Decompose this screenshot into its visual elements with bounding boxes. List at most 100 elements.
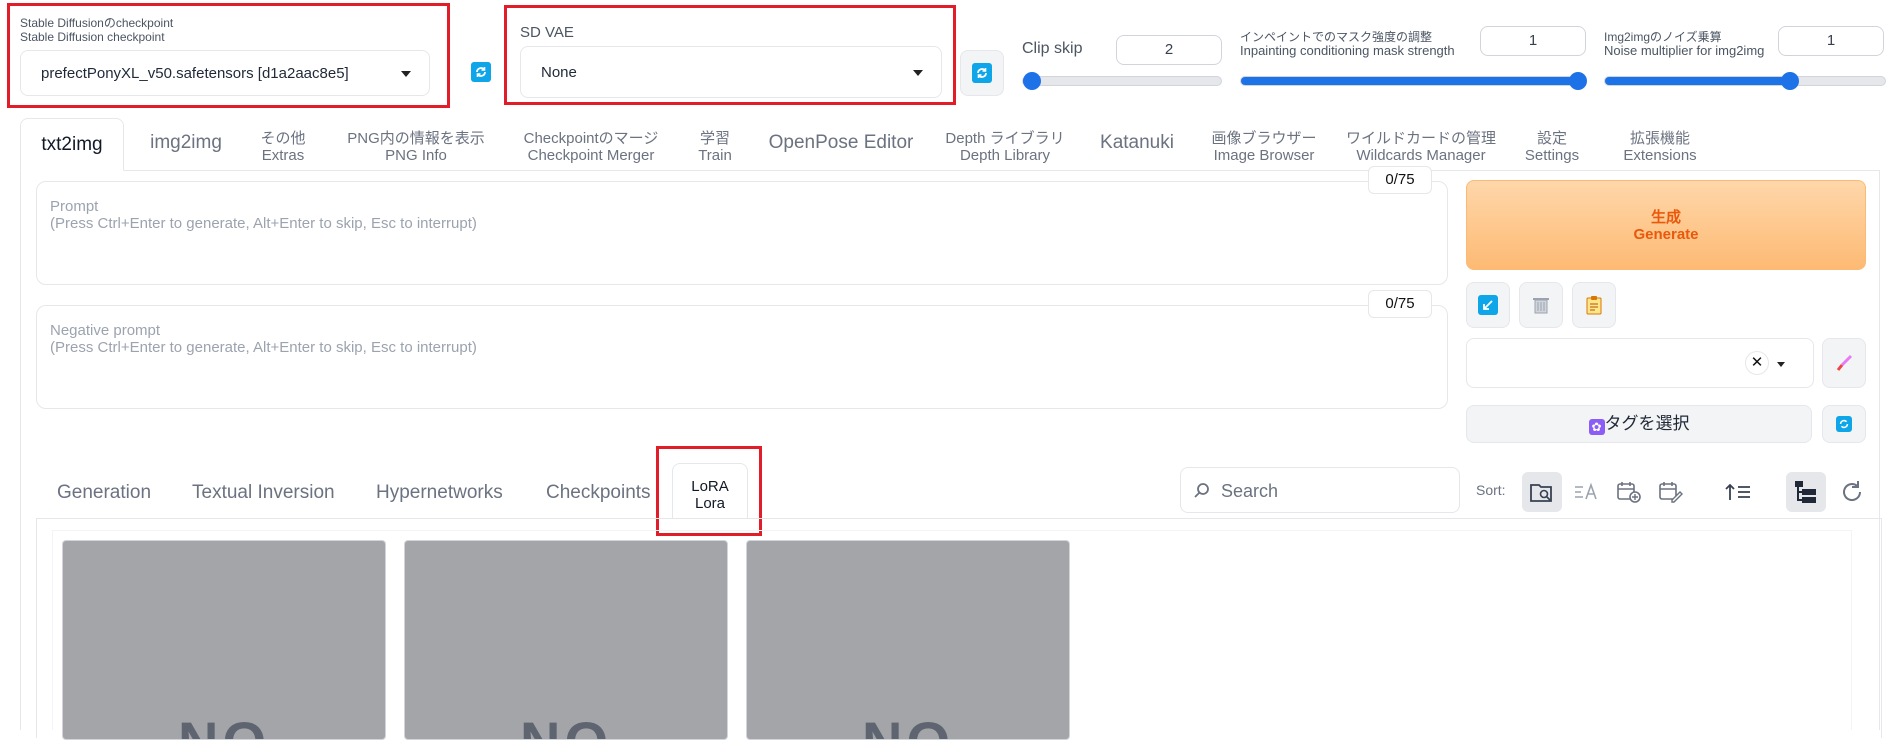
tab-label-line1: 拡張機能 [1629,130,1690,147]
generate-button[interactable]: 生成 Generate [1466,180,1866,270]
search-icon [1194,483,1209,498]
generate-label-ja: 生成 [1650,209,1681,226]
noise-mult-slider[interactable] [1604,72,1886,90]
tab-label-line1: ワイルドカードの管理 [1346,130,1497,147]
refresh-vae-button[interactable] [960,50,1004,96]
tab-img2img[interactable]: img2img [136,132,236,154]
inpaint-mask-label-ja: インペイントでのマスク強度の調整 [1240,30,1433,44]
sort-by-name-button[interactable] [1570,474,1604,510]
tab-png-info[interactable]: PNG内の情報を表示 PNG Info [336,130,496,164]
refresh-checkpoint-button[interactable] [459,48,503,96]
tab-katanuki[interactable]: Katanuki [1090,132,1184,154]
paste-styles-button[interactable] [1572,282,1616,328]
restore-params-button[interactable] [1466,282,1510,328]
tab-openpose-editor[interactable]: OpenPose Editor [766,132,916,154]
subtab-textual-inversion[interactable]: Textual Inversion [192,482,335,504]
calendar-edit-icon [1659,482,1683,503]
tab-image-browser[interactable]: 画像ブラウザー Image Browser [1204,130,1324,164]
clip-skip-input[interactable]: 2 [1116,35,1222,65]
tab-label-line1: 設定 [1536,130,1567,147]
negative-prompt-hint: (Press Ctrl+Enter to generate, Alt+Enter… [50,339,477,356]
brush-icon [1836,354,1853,371]
clipboard-icon [1586,296,1602,315]
chevron-down-icon [1777,362,1785,367]
tab-extras[interactable]: その他 Extras [250,130,316,164]
noise-mult-input[interactable]: 1 [1778,26,1884,56]
tab-checkpoint-merger[interactable]: Checkpointのマージ Checkpoint Merger [516,130,666,164]
sort-alpha-icon [1575,482,1597,500]
tab-label-line2: Image Browser [1213,147,1315,164]
tab-label-line2: Checkpoint Merger [527,147,655,164]
calendar-add-icon [1617,482,1641,503]
prompt-token-counter: 0/75 [1368,166,1432,194]
noise-mult-label-en: Noise multiplier for img2img [1604,43,1765,58]
noise-mult-label: Img2imgのノイズ乗算 Noise multiplier for img2i… [1604,30,1764,58]
arrow-icon [1478,295,1498,315]
tab-wildcards-manager[interactable]: ワイルドカードの管理 Wildcards Manager [1346,130,1496,164]
prompt-input[interactable]: Prompt (Press Ctrl+Enter to generate, Al… [36,181,1448,285]
tab-settings[interactable]: 設定 Settings [1512,130,1592,164]
prompt-label-text: Prompt [50,198,99,215]
edit-styles-button[interactable] [1822,338,1866,388]
tag-select-label: タグを選択 [1604,414,1690,433]
negative-prompt-label: Negative prompt (Press Ctrl+Enter to gen… [50,322,477,356]
subtab-generation[interactable]: Generation [57,482,151,504]
tab-label-line2: PNG Info [385,147,447,164]
lora-card[interactable]: NO [746,540,1070,740]
tab-label-line2: Extensions [1623,147,1697,164]
subtab-hypernetworks[interactable]: Hypernetworks [376,482,503,504]
tab-label-line2: Train [698,147,732,164]
clear-prompt-button[interactable] [1519,282,1563,328]
refresh-icon [471,62,491,82]
lora-card[interactable]: NO [404,540,728,740]
no-preview-text: NO [747,709,1069,739]
prompt-hint: (Press Ctrl+Enter to generate, Alt+Enter… [50,215,477,232]
lora-card[interactable]: NO [62,540,386,740]
tab-extensions[interactable]: 拡張機能 Extensions [1620,130,1700,164]
inpaint-mask-slider[interactable] [1240,72,1587,90]
tab-label-line1: PNG内の情報を表示 [347,130,485,147]
sort-label: Sort: [1476,482,1506,498]
inpaint-mask-input[interactable]: 1 [1480,26,1586,56]
refresh-icon [972,63,992,83]
search-input[interactable]: Search [1180,467,1460,513]
refresh-tags-button[interactable] [1822,405,1866,443]
inpaint-mask-label-en: Inpainting conditioning mask strength [1240,43,1455,58]
highlight-checkpoint [7,3,450,108]
slider-handle[interactable] [1569,72,1587,90]
sort-order-button[interactable] [1720,474,1756,510]
noise-mult-label-ja: Img2imgのノイズ乗算 [1604,30,1722,44]
prompt-label: Prompt (Press Ctrl+Enter to generate, Al… [50,198,477,232]
reload-icon [1843,481,1862,501]
subtab-checkpoints[interactable]: Checkpoints [546,482,651,504]
highlight-vae [504,5,956,105]
generate-label-en: Generate [1633,226,1699,243]
tab-txt2img[interactable]: txt2img [20,118,124,171]
styles-dropdown[interactable]: ✕ [1466,338,1814,388]
folder-search-icon [1530,484,1552,502]
trash-icon [1533,298,1549,314]
tab-depth-library[interactable]: Depth ライブラリ Depth Library [940,130,1070,164]
negative-prompt-input[interactable]: Negative prompt (Press Ctrl+Enter to gen… [36,305,1448,409]
sort-by-date-created-button[interactable] [1612,474,1646,510]
sort-by-date-modified-button[interactable] [1654,474,1688,510]
sort-asc-icon [1725,483,1750,500]
slider-handle[interactable] [1023,72,1041,90]
clip-skip-slider[interactable] [1022,72,1222,90]
sort-by-path-button[interactable] [1522,472,1562,512]
negative-prompt-token-counter: 0/75 [1368,290,1432,318]
close-icon[interactable]: ✕ [1745,351,1769,375]
tab-label-line2: Settings [1524,147,1580,164]
search-placeholder: Search [1221,481,1279,501]
tree-view-button[interactable] [1786,472,1826,512]
tab-label-line1: 画像ブラウザー [1211,130,1317,147]
tab-label-line2: Wildcards Manager [1356,147,1486,164]
tab-train[interactable]: 学習 Train [690,130,740,164]
slider-handle[interactable] [1781,72,1799,90]
tree-view-icon [1795,481,1816,503]
refresh-icon [1836,416,1852,432]
tab-label-line1: その他 [260,130,306,147]
tab-label-line1: Depth ライブラリ [945,130,1065,147]
refresh-cards-button[interactable] [1834,472,1870,512]
tag-select-button[interactable]: ✿ タグを選択 [1466,405,1812,443]
